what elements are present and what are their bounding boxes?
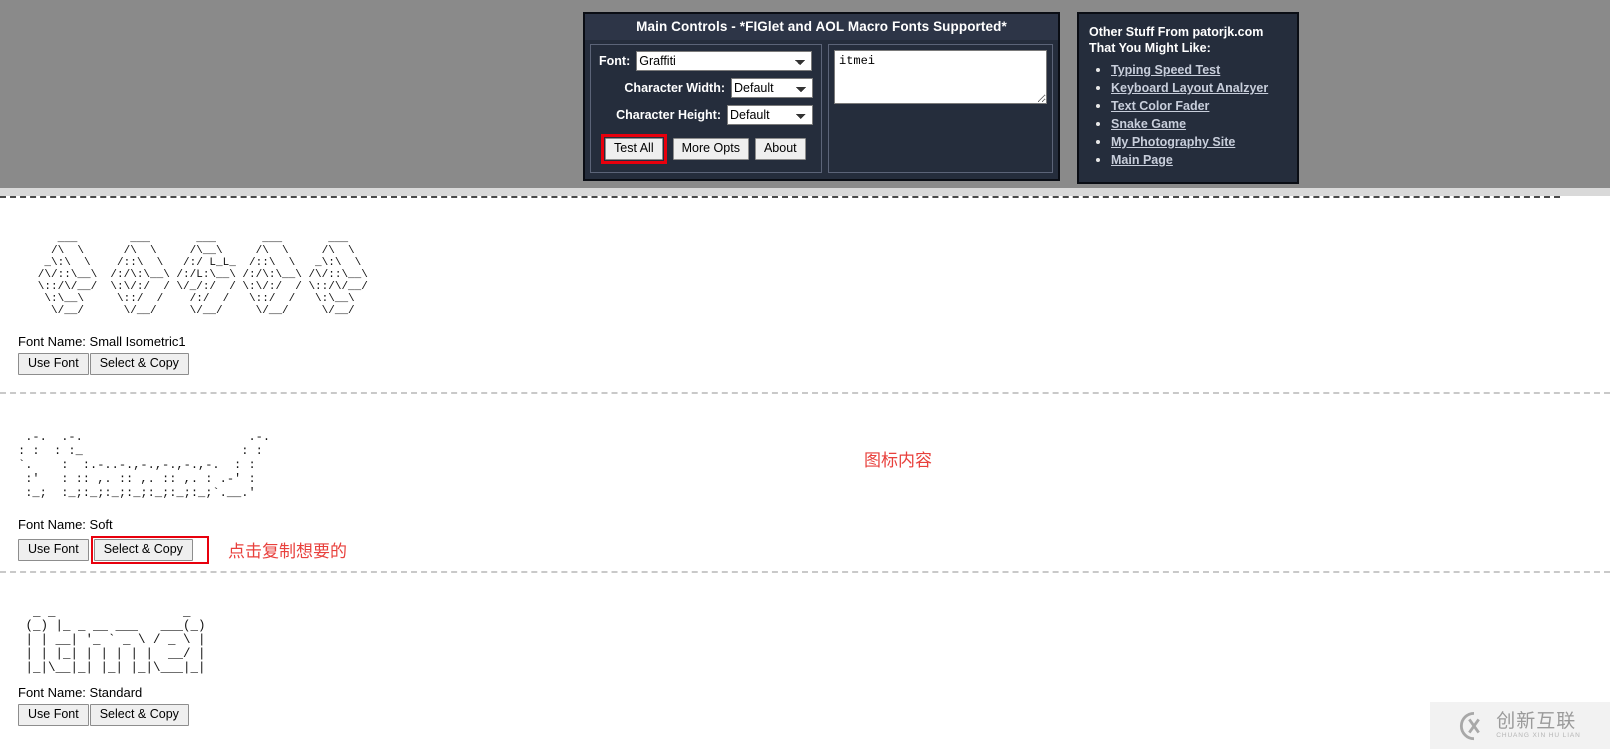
link-text-color-fader[interactable]: Text Color Fader xyxy=(1111,99,1209,113)
input-area-wrapper: itmei xyxy=(828,44,1053,173)
other-stuff-heading-line1: Other Stuff From patorjk.com xyxy=(1089,25,1264,39)
text-input-textarea[interactable]: itmei xyxy=(834,50,1047,104)
link-typing-speed-test[interactable]: Typing Speed Test xyxy=(1111,63,1220,77)
link-snake-game[interactable]: Snake Game xyxy=(1111,117,1186,131)
link-main-page[interactable]: Main Page xyxy=(1111,153,1173,167)
test-all-button[interactable]: Test All xyxy=(605,138,663,160)
annotation-icon-content: 图标内容 xyxy=(864,451,932,471)
link-my-photography-site[interactable]: My Photography Site xyxy=(1111,135,1235,149)
character-width-select[interactable]: Default xyxy=(731,78,813,98)
result-buttons-3: Use Font Select & Copy xyxy=(18,704,189,726)
select-copy-button-1[interactable]: Select & Copy xyxy=(89,353,189,375)
other-stuff-link-list: Typing Speed Test Keyboard Layout Analzy… xyxy=(1089,62,1287,168)
font-name-small-isometric1: Font Name: Small Isometric1 xyxy=(18,334,186,349)
font-select[interactable]: Graffiti xyxy=(636,51,813,71)
select-copy-button-2[interactable]: Select & Copy xyxy=(93,539,193,561)
font-label: Font: xyxy=(599,54,631,68)
ascii-art-soft: .-. .-. .-. : : : :_ : : `. : :.-..-.,-.… xyxy=(18,430,271,500)
watermark: 创新互联 CHUANG XIN HU LIAN xyxy=(1430,702,1610,749)
use-font-button-1[interactable]: Use Font xyxy=(18,353,89,375)
ascii-art-standard: _ _ _ (_) |_ _ __ ___ ___(_) | | __| '_ … xyxy=(25,604,206,675)
select-copy-button-3[interactable]: Select & Copy xyxy=(89,704,189,726)
list-item: Snake Game xyxy=(1111,116,1287,132)
list-item: My Photography Site xyxy=(1111,134,1287,150)
select-copy-highlight-2: Select & Copy xyxy=(90,536,209,564)
character-height-select[interactable]: Default xyxy=(727,105,813,125)
result-buttons-2: Use Font Select & Copy xyxy=(18,536,209,564)
watermark-en: CHUANG XIN HU LIAN xyxy=(1496,731,1581,739)
font-name-soft: Font Name: Soft xyxy=(18,517,113,532)
more-opts-button[interactable]: More Opts xyxy=(672,138,749,160)
ascii-art-small-isometric1: ___ ___ ___ ___ ___ /\ \ /\ \ /\__\ /\ \… xyxy=(37,233,368,317)
list-item: Typing Speed Test xyxy=(1111,62,1287,78)
annotation-copy-hint: 点击复制想要的 xyxy=(228,542,347,562)
other-stuff-heading-line2: That You Might Like: xyxy=(1089,41,1211,55)
main-controls-form: Font: Graffiti Character Width: Default … xyxy=(590,44,822,173)
other-stuff-panel: Other Stuff From patorjk.com That You Mi… xyxy=(1077,12,1299,184)
main-controls-panel: Main Controls - *FIGlet and AOL Macro Fo… xyxy=(583,12,1060,181)
use-font-button-2[interactable]: Use Font xyxy=(18,539,89,561)
list-item: Keyboard Layout Analzyer xyxy=(1111,80,1287,96)
test-all-highlight: Test All xyxy=(601,134,667,164)
list-item: Text Color Fader xyxy=(1111,98,1287,114)
cx-logo-icon xyxy=(1460,711,1481,740)
list-item: Main Page xyxy=(1111,152,1287,168)
watermark-cn: 创新互联 xyxy=(1496,709,1577,732)
main-controls-title: Main Controls - *FIGlet and AOL Macro Fo… xyxy=(585,14,1058,40)
font-name-standard: Font Name: Standard xyxy=(18,685,143,700)
about-button[interactable]: About xyxy=(754,138,806,160)
watermark-text: 创新互联 CHUANG XIN HU LIAN xyxy=(1496,709,1581,740)
character-width-label: Character Width: xyxy=(624,81,725,95)
divider-1 xyxy=(0,196,1560,198)
divider-3 xyxy=(0,571,1610,573)
link-keyboard-layout-analyzer[interactable]: Keyboard Layout Analzyer xyxy=(1111,81,1268,95)
top-gray-overlay-edge xyxy=(0,188,1610,196)
result-buttons-1: Use Font Select & Copy xyxy=(18,353,189,375)
other-stuff-heading: Other Stuff From patorjk.com That You Mi… xyxy=(1089,24,1287,56)
main-controls-button-row: Test All More Opts About xyxy=(599,134,813,164)
use-font-button-3[interactable]: Use Font xyxy=(18,704,89,726)
divider-2 xyxy=(0,392,1610,394)
character-height-label: Character Height: xyxy=(616,108,721,122)
